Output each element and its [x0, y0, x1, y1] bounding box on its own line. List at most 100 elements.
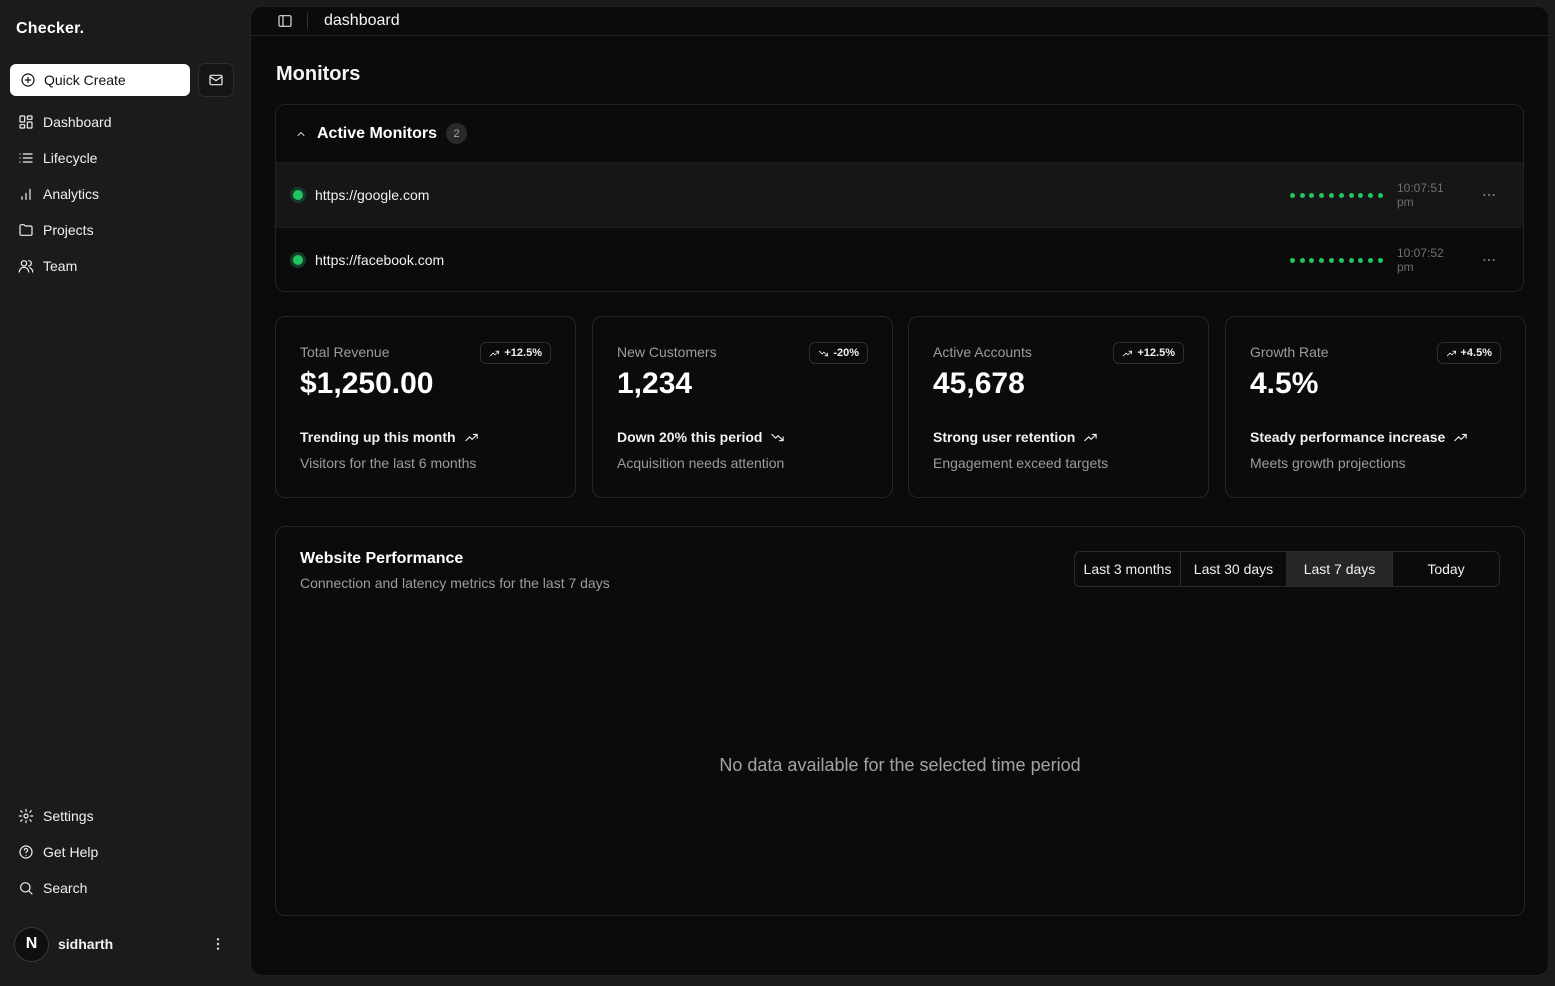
- stat-value: 45,678: [933, 367, 1025, 400]
- more-horizontal-icon[interactable]: [1481, 252, 1497, 268]
- topbar-divider: [307, 13, 308, 29]
- stat-change-badge: -20%: [809, 342, 868, 364]
- ping-success-dot: [1378, 257, 1383, 263]
- ping-success-dot: [1299, 257, 1305, 263]
- range-last-30-days-button[interactable]: Last 30 days: [1181, 552, 1287, 586]
- empty-state-message: No data available for the selected time …: [719, 755, 1081, 775]
- stat-trend: Strong user retention: [933, 429, 1098, 445]
- ping-success-dot: [1319, 192, 1325, 198]
- stat-trend-text: Down 20% this period: [617, 429, 763, 445]
- ping-success-dot: [1368, 192, 1374, 198]
- status-online-icon: [290, 252, 306, 268]
- stat-value: 4.5%: [1250, 367, 1319, 400]
- sidebar-item-team[interactable]: Team: [10, 248, 240, 284]
- topbar: dashboard: [251, 7, 1548, 36]
- sidebar-item-search[interactable]: Search: [10, 870, 240, 906]
- ping-success-dot: [1358, 192, 1364, 198]
- ping-history: [1289, 257, 1383, 263]
- stat-description: Engagement exceed targets: [933, 455, 1109, 471]
- stat-card-growth: Growth Rate +4.5% 4.5% Steady performanc…: [1225, 316, 1526, 498]
- sidebar-item-label: Get Help: [43, 844, 99, 860]
- ping-success-dot: [1358, 257, 1364, 263]
- range-today-button[interactable]: Today: [1393, 552, 1499, 586]
- ping-success-dot: [1309, 192, 1315, 198]
- ping-success-dot: [1329, 192, 1335, 198]
- range-last-3-months-button[interactable]: Last 3 months: [1075, 552, 1181, 586]
- trending-up-icon: [1446, 350, 1456, 356]
- stat-card-accounts: Active Accounts +12.5% 45,678 Strong use…: [908, 316, 1209, 498]
- sidebar-item-lifecycle[interactable]: Lifecycle: [10, 140, 240, 176]
- gear-icon: [18, 808, 34, 824]
- trending-up-icon: [490, 350, 500, 356]
- ping-success-dot: [1368, 257, 1374, 263]
- trending-up-icon: [1454, 433, 1468, 441]
- stat-card-customers: New Customers -20% 1,234 Down 20% this p…: [592, 316, 893, 498]
- stat-description: Visitors for the last 6 months: [300, 455, 477, 471]
- more-vertical-icon[interactable]: [210, 936, 226, 952]
- stat-trend: Trending up this month: [300, 429, 479, 445]
- sidebar-nav-secondary: Settings Get Help Search: [10, 798, 240, 906]
- sidebar-item-projects[interactable]: Projects: [10, 212, 240, 248]
- stat-change-value: +12.5%: [504, 347, 542, 359]
- user-profile[interactable]: N sidharth: [14, 926, 236, 962]
- sidebar-item-label: Settings: [43, 808, 94, 824]
- sidebar-item-label: Search: [43, 880, 88, 896]
- sidebar-item-help[interactable]: Get Help: [10, 834, 240, 870]
- ping-success-dot: [1378, 192, 1383, 198]
- sidebar-item-analytics[interactable]: Analytics: [10, 176, 240, 212]
- list-icon: [19, 153, 33, 163]
- stat-change-badge: +12.5%: [1113, 342, 1184, 364]
- stat-change-value: +12.5%: [1137, 347, 1175, 359]
- help-circle-icon: [19, 845, 33, 859]
- stat-trend-text: Strong user retention: [933, 429, 1076, 445]
- ping-success-dot: [1289, 192, 1295, 198]
- monitors-card: Active Monitors 2 https://google.com 10:…: [275, 104, 1524, 292]
- sidebar-toggle-icon[interactable]: [277, 13, 293, 29]
- range-last-7-days-button[interactable]: Last 7 days: [1287, 552, 1393, 586]
- trending-up-icon: [1123, 350, 1133, 356]
- active-monitors-label: Active Monitors: [317, 124, 438, 142]
- ping-success-dot: [1338, 257, 1344, 263]
- ping-success-dot: [1348, 257, 1354, 263]
- active-monitors-header[interactable]: Active Monitors 2: [276, 105, 1523, 162]
- search-icon: [20, 882, 33, 895]
- stat-description: Acquisition needs attention: [617, 455, 785, 471]
- folder-icon: [19, 224, 33, 236]
- ping-success-dot: [1348, 192, 1354, 198]
- stat-change-badge: +4.5%: [1436, 342, 1501, 364]
- monitors-heading: Monitors: [276, 63, 361, 85]
- brand-logo: Checker.: [16, 20, 85, 37]
- trending-down-icon: [819, 350, 829, 356]
- sidebar-item-label: Projects: [43, 222, 94, 238]
- sidebar: Checker. Quick Create Dashboard Lifecycl…: [0, 0, 250, 986]
- main-panel: dashboard Monitors Active Monitors 2 htt…: [250, 6, 1549, 976]
- page-title: dashboard: [324, 12, 400, 29]
- monitor-row[interactable]: https://facebook.com 10:07:52 pm: [276, 227, 1523, 291]
- monitor-row[interactable]: https://google.com 10:07:51 pm: [276, 162, 1523, 227]
- stat-label: Active Accounts: [933, 344, 1032, 360]
- stat-trend: Steady performance increase: [1250, 429, 1468, 445]
- monitor-url[interactable]: https://google.com: [315, 187, 429, 203]
- monitor-url[interactable]: https://facebook.com: [315, 252, 444, 268]
- more-horizontal-icon[interactable]: [1481, 187, 1497, 203]
- quick-create-button[interactable]: Quick Create: [10, 64, 190, 96]
- sidebar-item-settings[interactable]: Settings: [10, 798, 240, 834]
- sidebar-item-dashboard[interactable]: Dashboard: [10, 104, 240, 140]
- quick-create-label: Quick Create: [44, 72, 126, 88]
- monitor-last-checked: 10:07:51 pm: [1397, 181, 1444, 209]
- users-icon: [18, 260, 34, 273]
- stat-label: Growth Rate: [1250, 344, 1329, 360]
- trending-up-icon: [464, 433, 478, 441]
- sidebar-item-label: Team: [43, 258, 78, 274]
- dashboard-icon: [19, 115, 33, 129]
- mail-icon: [209, 74, 223, 86]
- trending-down-icon: [771, 433, 785, 441]
- inbox-button[interactable]: [198, 63, 234, 97]
- performance-subtitle: Connection and latency metrics for the l…: [300, 575, 610, 591]
- ping-success-dot: [1289, 257, 1295, 263]
- stat-value: 1,234: [617, 367, 693, 400]
- stat-change-value: +4.5%: [1460, 347, 1493, 359]
- stat-label: Total Revenue: [300, 344, 390, 360]
- website-performance-card: Website Performance Connection and laten…: [275, 526, 1525, 916]
- trending-up-icon: [1084, 433, 1098, 441]
